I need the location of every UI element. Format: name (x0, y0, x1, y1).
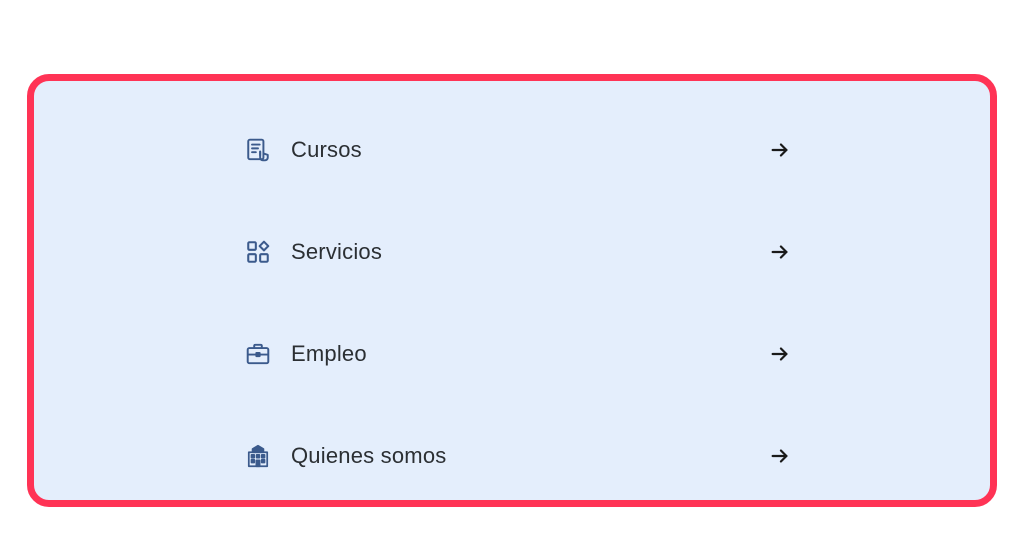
menu-item-quienes-somos[interactable]: Quienes somos (245, 432, 791, 480)
briefcase-icon (245, 341, 271, 367)
menu-item-label: Empleo (291, 341, 367, 366)
menu-item-label: Servicios (291, 239, 383, 264)
menu-item-label: Quienes somos (291, 443, 447, 468)
arrow-right-icon[interactable] (769, 139, 791, 161)
building-icon (245, 443, 271, 469)
arrow-right-icon[interactable] (769, 343, 791, 365)
menu-item-cursos[interactable]: Cursos (245, 126, 791, 174)
grid-services-icon (245, 239, 271, 265)
navigation-menu-card: Cursos Servicios Empleo Quienes somos (27, 74, 997, 507)
course-certificate-icon (245, 137, 271, 163)
arrow-right-icon[interactable] (769, 445, 791, 467)
arrow-right-icon[interactable] (769, 241, 791, 263)
menu-item-empleo[interactable]: Empleo (245, 330, 791, 378)
menu-item-servicios[interactable]: Servicios (245, 228, 791, 276)
menu-item-label: Cursos (291, 137, 362, 162)
